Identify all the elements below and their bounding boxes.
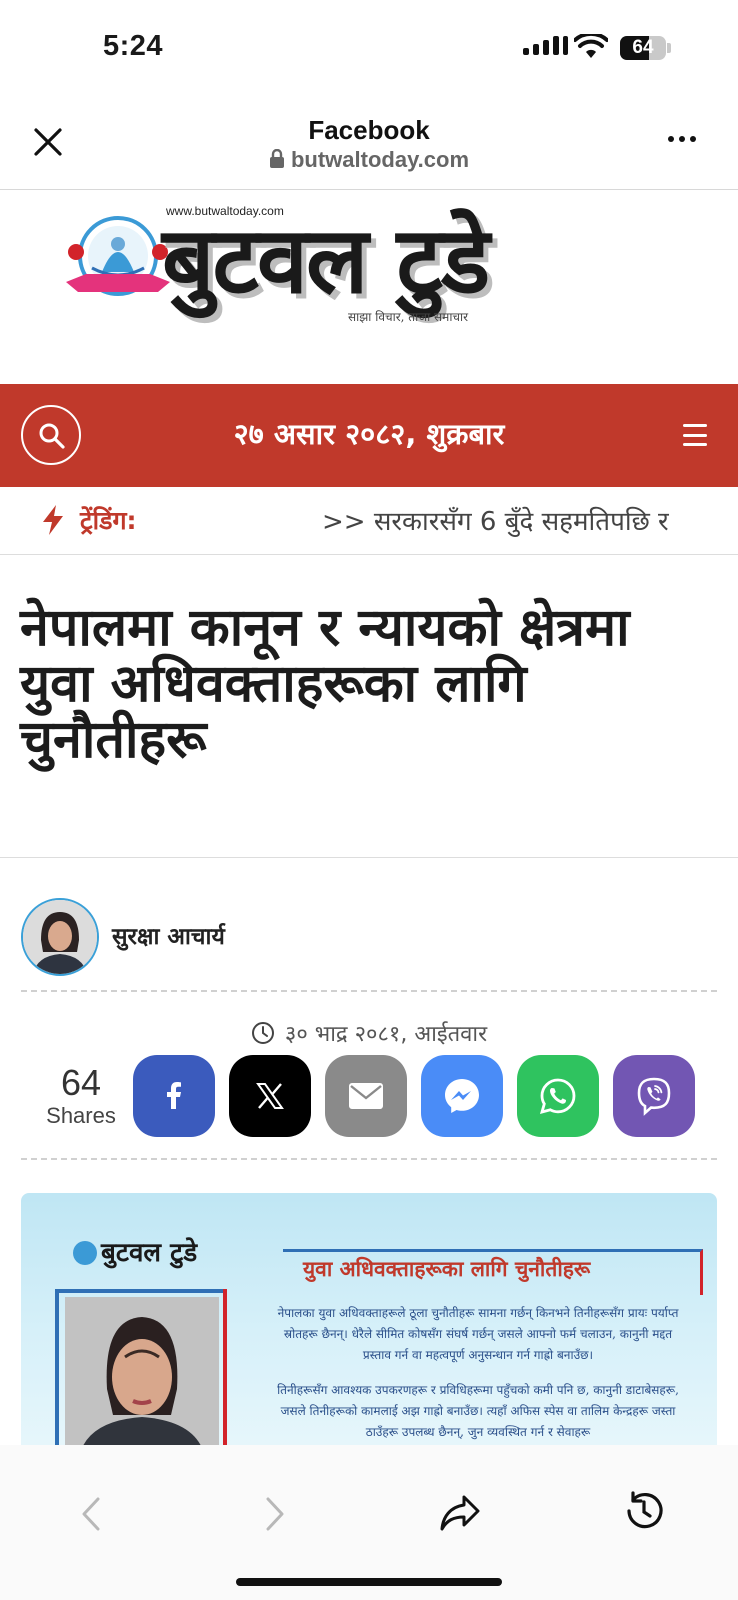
share-count-number: 64 <box>60 1062 102 1103</box>
image-paragraph: तिनीहरूसँग आवश्यक उपकरणहरू र प्रविधिहरूम… <box>277 1383 679 1439</box>
more-options-icon[interactable] <box>668 136 696 142</box>
lightning-icon <box>43 505 63 535</box>
author-portrait-image <box>65 1297 219 1445</box>
image-title: युवा अधिवक्ताहरूका लागि चुनौतीहरू <box>303 1257 591 1281</box>
image-logo: बुटवल टुडे <box>73 1233 197 1269</box>
image-paragraph: नेपालका युवा अधिवक्ताहरूले ठूला चुनौतीहर… <box>277 1306 679 1362</box>
hamburger-menu-icon[interactable] <box>683 424 707 446</box>
home-indicator[interactable] <box>236 1578 502 1586</box>
author-name[interactable]: सुरक्षा आचार्य <box>112 919 225 951</box>
site-logo-banner[interactable]: www.butwaltoday.com बुटवल टुडे साझा विचा… <box>0 190 738 384</box>
trending-bar: ट्रेंडिंग: >> सरकारसँग 6 बुँदे सहमतिपछि … <box>0 487 738 555</box>
author-avatar[interactable] <box>21 898 99 976</box>
wifi-icon <box>574 34 608 58</box>
viber-icon <box>637 1077 671 1116</box>
share-x-button[interactable] <box>229 1055 311 1137</box>
emblem-icon <box>73 1241 97 1265</box>
municipality-emblem-icon <box>66 216 170 296</box>
x-logo-icon <box>256 1083 284 1109</box>
share-arrow-icon[interactable] <box>438 1491 482 1535</box>
current-date: २७ असार २०८२, शुक्रबार <box>233 417 505 451</box>
share-facebook-button[interactable] <box>133 1055 215 1137</box>
status-time: 5:24 <box>103 30 164 62</box>
cellular-signal-icon <box>523 36 568 55</box>
share-whatsapp-button[interactable] <box>517 1055 599 1137</box>
email-icon <box>349 1083 383 1109</box>
status-bar: 5:24 64 <box>0 0 738 100</box>
lock-icon <box>269 149 284 168</box>
trending-label: ट्रेंडिंग: <box>80 506 137 535</box>
browser-toolbar <box>0 1445 738 1600</box>
battery-icon: 64 <box>620 36 666 60</box>
share-messenger-button[interactable] <box>421 1055 503 1137</box>
author-portrait <box>65 1297 219 1445</box>
dashed-divider <box>21 990 717 992</box>
clock-icon <box>251 1022 274 1044</box>
facebook-icon <box>167 1082 181 1109</box>
messenger-icon <box>445 1079 479 1113</box>
share-count: 64 Shares <box>40 1063 122 1129</box>
image-body-text: नेपालका युवा अधिवक्ताहरूले ठूला चुनौतीहर… <box>273 1303 683 1443</box>
url-text: butwaltoday.com <box>290 147 470 172</box>
image-logo-text: बुटवल टुडे <box>101 1238 198 1268</box>
publish-date-text: ३० भाद्र २०८१, आईतवार <box>284 1022 488 1047</box>
publish-date: ३० भाद्र २०८१, आईतवार <box>0 1018 738 1048</box>
url-display[interactable]: butwaltoday.com <box>0 147 738 173</box>
logo-tagline: साझा विचार, ताजा समाचार <box>348 310 469 324</box>
share-email-button[interactable] <box>325 1055 407 1137</box>
article-headline: नेपालमा कानून र न्यायको क्षेत्रमा युवा अ… <box>20 598 630 770</box>
date-bar: २७ असार २०८२, शुक्रबार <box>0 384 738 487</box>
page-title: Facebook <box>308 115 430 145</box>
forward-arrow-icon[interactable] <box>262 1495 288 1533</box>
share-count-label: Shares <box>46 1103 116 1128</box>
logo-wordmark: बुटवल टुडे <box>162 206 490 314</box>
whatsapp-icon <box>539 1078 576 1114</box>
dashed-divider <box>21 1158 717 1160</box>
battery-percent: 64 <box>632 37 654 58</box>
trending-ticker-link[interactable]: >> सरकारसँग 6 बुँदे सहमतिपछि र <box>322 502 669 538</box>
article-featured-image[interactable]: बुटवल टुडे युवा अधिवक्ताहरूका लागि चुनौत… <box>21 1193 717 1445</box>
author-photo <box>23 900 97 974</box>
history-icon[interactable] <box>622 1489 666 1533</box>
share-viber-button[interactable] <box>613 1055 695 1137</box>
divider <box>0 857 738 858</box>
back-arrow-icon[interactable] <box>78 1495 104 1533</box>
battery-nub <box>667 43 671 53</box>
browser-header: Facebook butwaltoday.com <box>0 100 738 190</box>
